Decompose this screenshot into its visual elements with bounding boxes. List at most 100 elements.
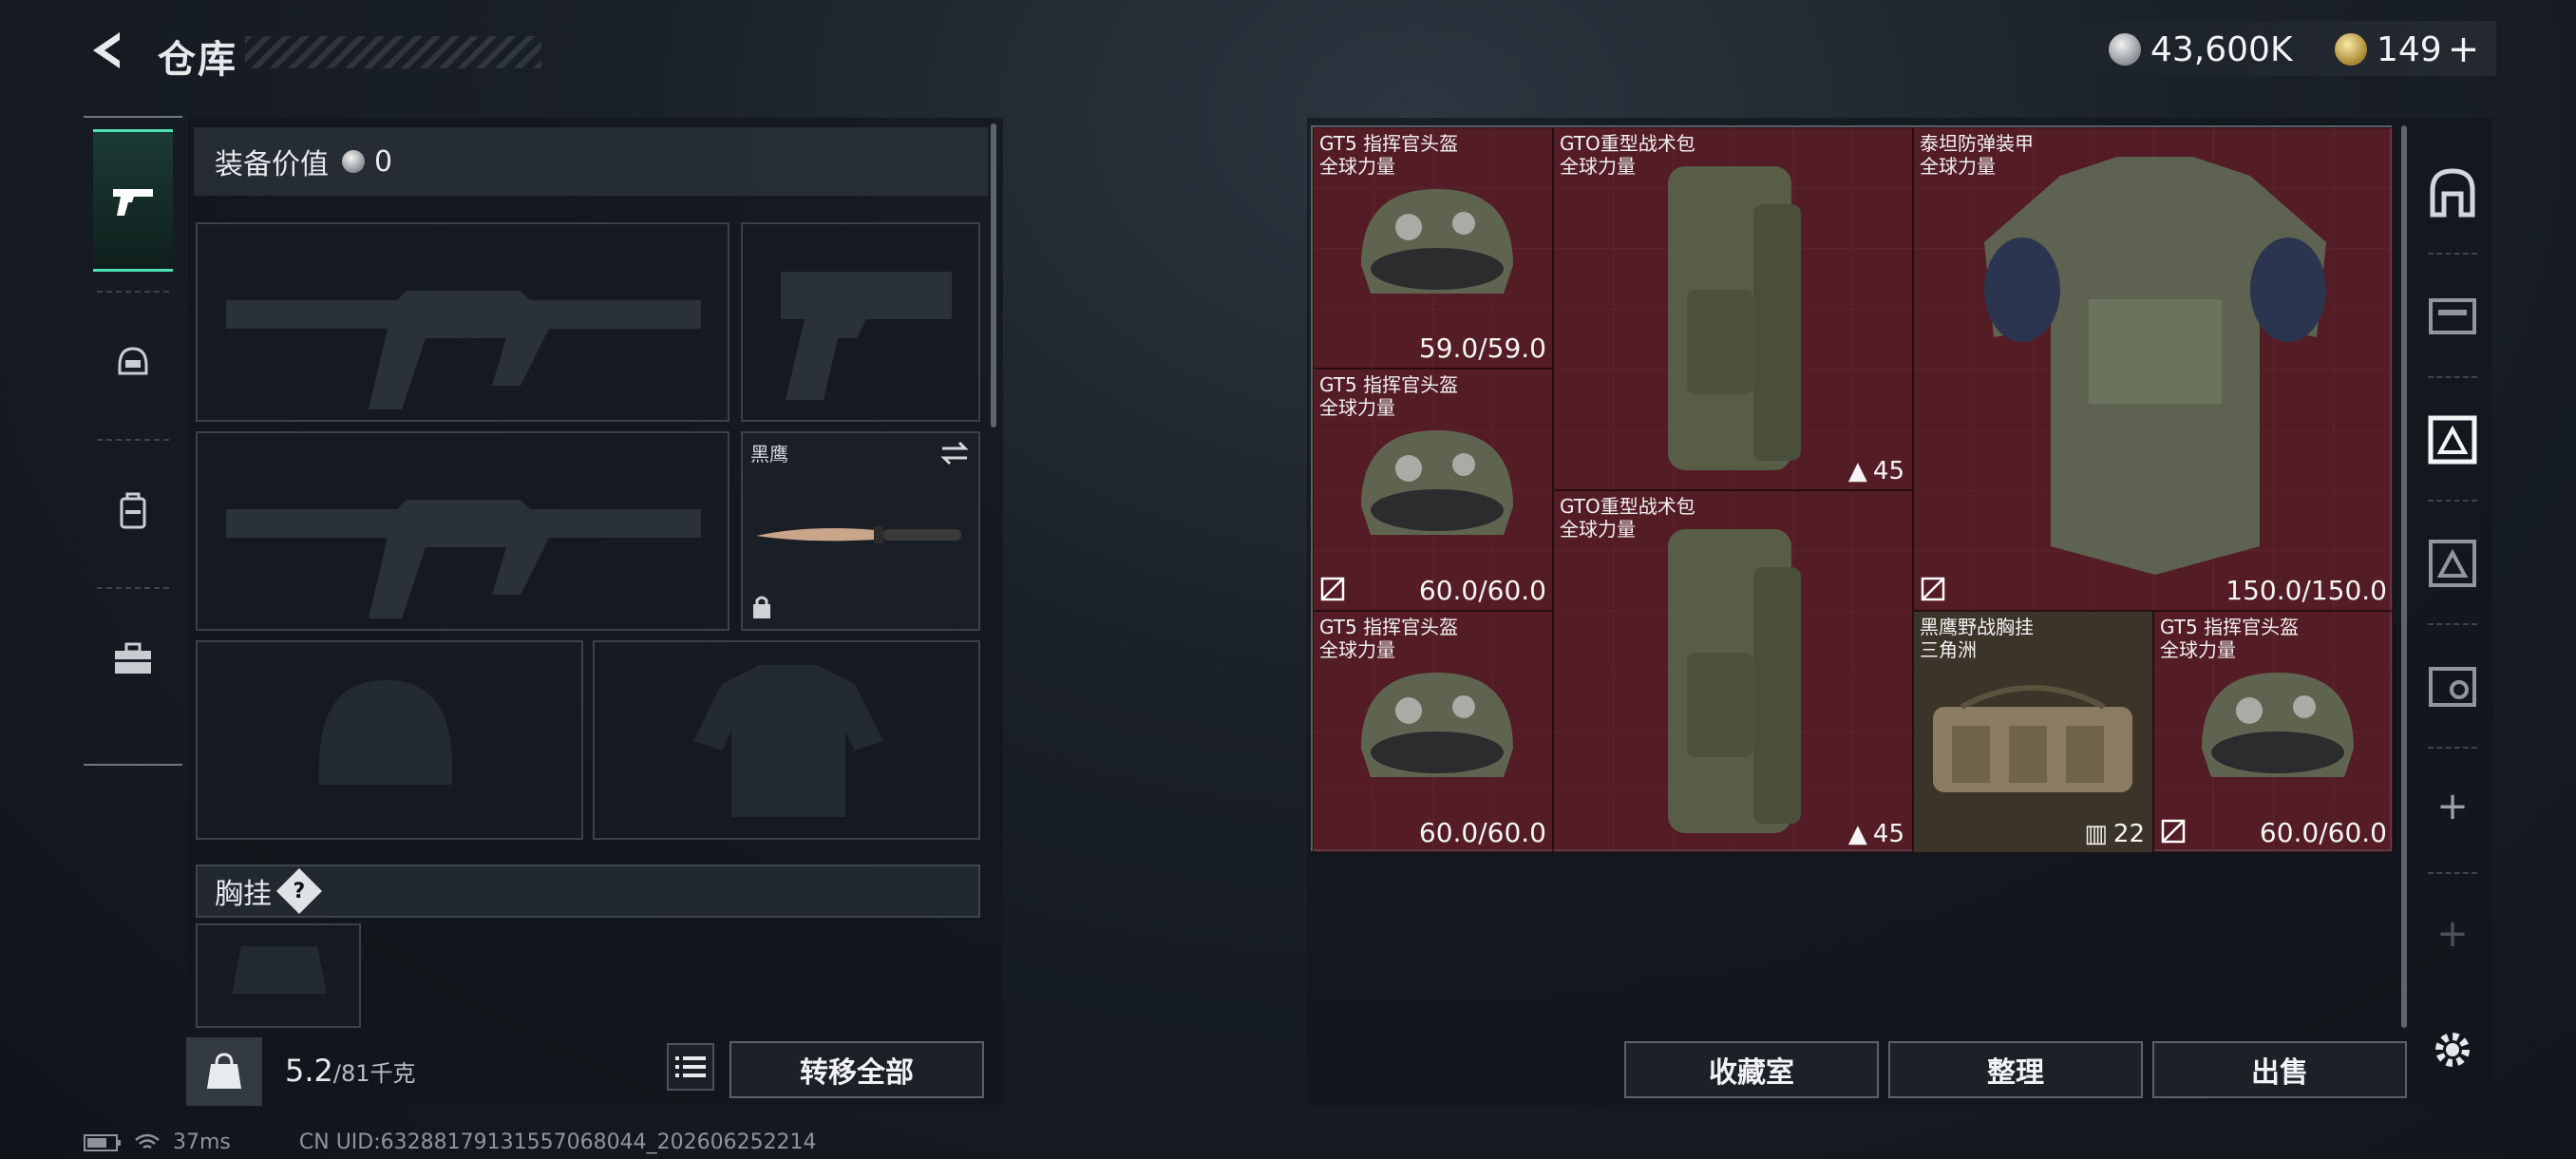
- battery-icon: [84, 1133, 121, 1151]
- chest-rig-section-header: 胸挂 ?: [196, 864, 980, 918]
- chest-rig-slot[interactable]: [196, 923, 361, 1028]
- equipment-value: 0: [374, 144, 393, 179]
- melee-slot[interactable]: 黑鹰: [741, 431, 980, 631]
- page-title: 仓库: [158, 38, 237, 82]
- status-bar: 37ms CN UID:632881791315570680​44_202606…: [84, 1130, 817, 1154]
- armor-silhouette-icon: [693, 665, 883, 817]
- capacity-icon: ▲: [1847, 457, 1867, 485]
- melee-name: 黑鹰: [750, 443, 788, 466]
- helmet-icon: [118, 347, 148, 375]
- list-icon: [675, 1056, 706, 1077]
- stash-page-4[interactable]: [2413, 507, 2492, 619]
- item-durability: 60.0/60.0: [2259, 817, 2387, 848]
- stash-item-chest-rig[interactable]: 黑鹰野战胸挂 三角洲 ▥ 22: [1913, 611, 2153, 853]
- title-decoration: [245, 36, 541, 68]
- armor-image: [1984, 157, 2326, 575]
- stash-page-1[interactable]: [2413, 137, 2492, 249]
- currency-primary[interactable]: 43,600K: [2109, 28, 2293, 70]
- stash-scrollbar[interactable]: [2401, 125, 2407, 1028]
- item-name: 黑鹰野战胸挂: [1920, 616, 2034, 638]
- backpack-image: [1668, 529, 1801, 833]
- helmet-image: [1361, 189, 1513, 294]
- help-button[interactable]: ?: [275, 867, 323, 915]
- weight-readout: 5.2/81千克: [285, 1053, 416, 1089]
- item-name: GT5 指挥官头盔: [1319, 616, 1459, 638]
- currency-secondary[interactable]: 149 +: [2335, 28, 2480, 71]
- item-count: ▲ 45: [1847, 820, 1904, 848]
- toolbox-icon: [115, 642, 151, 674]
- sell-button[interactable]: 出售: [2152, 1041, 2407, 1098]
- settings-button[interactable]: [2413, 994, 2492, 1106]
- stash-page-3[interactable]: [2413, 384, 2492, 496]
- add-stash-page-button-disabled: +: [2436, 912, 2469, 956]
- capacity-icon: ▥: [2084, 820, 2108, 848]
- stash-page-icon: [2430, 168, 2475, 218]
- item-count: ▲ 45: [1847, 457, 1904, 485]
- weight-icon: [207, 1053, 241, 1089]
- sort-button[interactable]: 整理: [1888, 1041, 2143, 1098]
- back-button[interactable]: [84, 27, 131, 74]
- add-stash-page-button[interactable]: +: [2413, 750, 2492, 863]
- tab-weapons[interactable]: [93, 129, 173, 272]
- item-name: GT5 指挥官头盔: [1319, 132, 1459, 155]
- equipment-value-bar: 装备价值 0: [194, 127, 988, 196]
- stash-page-icon: [2429, 540, 2476, 587]
- helmet-silhouette-icon: [319, 680, 452, 785]
- stash-item-helmet[interactable]: GT5 指挥官头盔 全球力量 59.0/59.0: [1313, 127, 1553, 369]
- weight-box: [186, 1037, 262, 1106]
- loadout-scrollbar[interactable]: [991, 124, 996, 428]
- knife-icon: [756, 526, 961, 543]
- rifle-silhouette-icon: [226, 500, 701, 618]
- currency-secondary-value: 149: [2377, 29, 2442, 69]
- no-repair-icon: [2161, 819, 2186, 844]
- item-durability: 150.0/150.0: [2226, 575, 2387, 606]
- stash-item-helmet[interactable]: GT5 指挥官头盔 全球力量 60.0/60.0: [1313, 369, 1553, 611]
- tab-helmet-armor[interactable]: [93, 291, 173, 433]
- stash-page-icon: [2428, 415, 2477, 465]
- back-arrow-icon: [93, 32, 120, 68]
- capacity-icon: ▲: [1847, 820, 1867, 848]
- stash-page-icon: [2429, 298, 2476, 334]
- list-view-button[interactable]: [667, 1043, 714, 1091]
- stash-item-helmet[interactable]: GT5 指挥官头盔 全球力量 60.0/60.0: [2153, 611, 2394, 853]
- rifle-silhouette-icon: [226, 291, 701, 409]
- weight-current: 5.2: [285, 1053, 333, 1089]
- sidearm-slot[interactable]: [741, 222, 980, 422]
- item-source: 三角洲: [1920, 638, 1977, 661]
- stash-page-2[interactable]: [2413, 260, 2492, 372]
- stash-item-armor[interactable]: 泰坦防弹装甲 全球力量 150.0/150.0: [1913, 127, 2394, 611]
- helmet-image: [1361, 673, 1513, 777]
- item-durability: 60.0/60.0: [1418, 575, 1546, 606]
- add-currency-button[interactable]: +: [2448, 28, 2480, 71]
- helmet-slot[interactable]: [196, 640, 583, 840]
- swap-icon[interactable]: [938, 439, 971, 467]
- category-rail: [84, 116, 182, 766]
- chest-rig-label: 胸挂: [215, 878, 272, 911]
- stash-page-5[interactable]: [2413, 631, 2492, 743]
- equipment-value-label: 装备价值: [215, 148, 329, 181]
- chest-rig-silhouette-icon: [232, 946, 327, 994]
- helmet-image: [2202, 673, 2354, 777]
- stash-item-backpack[interactable]: GTO重型战术包 全球力量 ▲ 45: [1553, 127, 1913, 490]
- item-name: GT5 指挥官头盔: [2160, 616, 2300, 638]
- tab-backpack[interactable]: [93, 439, 173, 581]
- armor-slot[interactable]: [593, 640, 980, 840]
- item-name: GT5 指挥官头盔: [1319, 373, 1459, 396]
- no-repair-icon: [1921, 577, 1945, 601]
- currency-primary-value: 43,600K: [2150, 29, 2293, 69]
- stash-item-backpack[interactable]: GTO重型战术包 全球力量 ▲ 45: [1553, 490, 1913, 853]
- backpack-icon: [120, 492, 146, 529]
- tab-tools[interactable]: [93, 587, 173, 730]
- settings-gear-icon: [2435, 1033, 2470, 1067]
- user-uid: CN UID:632881791315570680​44_20260625221…: [298, 1130, 817, 1154]
- pistol-icon: [113, 189, 153, 216]
- transfer-all-button[interactable]: 转移全部: [729, 1041, 984, 1098]
- wifi-icon: [135, 1133, 160, 1149]
- vault-button[interactable]: 收藏室: [1624, 1041, 1879, 1098]
- stash-page-icon: [2429, 667, 2476, 707]
- secondary-weapon-slot[interactable]: [196, 431, 729, 631]
- primary-weapon-slot[interactable]: [196, 222, 729, 422]
- stash-item-helmet[interactable]: GT5 指挥官头盔 全球力量 60.0/60.0: [1313, 611, 1553, 853]
- helmet-image: [1361, 430, 1513, 535]
- silver-coin-icon: [2109, 33, 2141, 66]
